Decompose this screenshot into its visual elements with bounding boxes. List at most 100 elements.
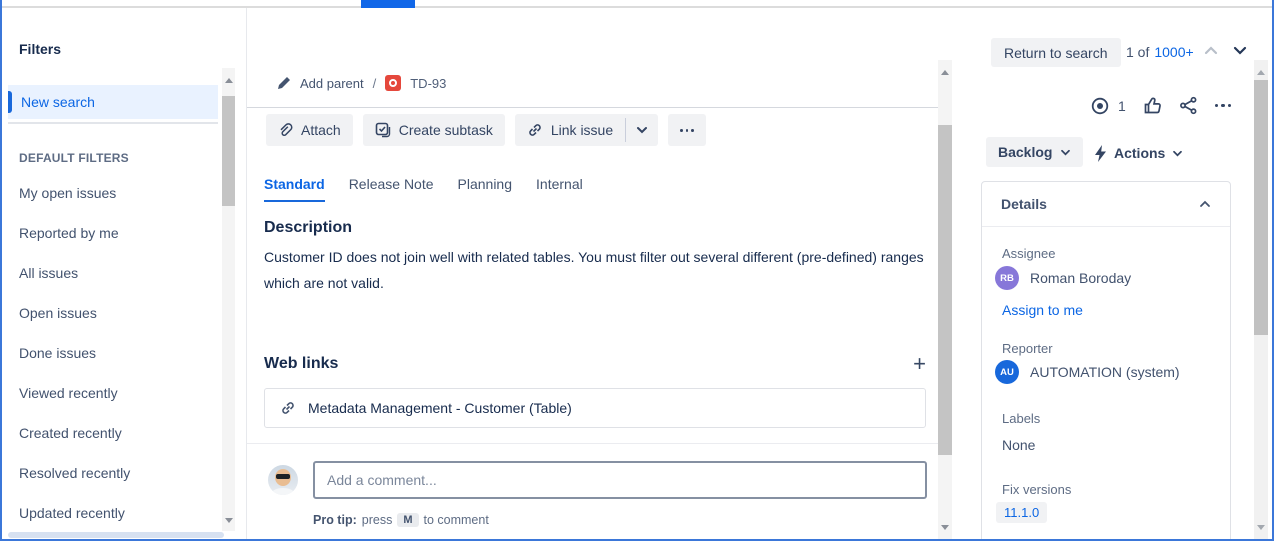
chevron-up-icon xyxy=(1199,200,1211,208)
assignee-label: Assignee xyxy=(1002,246,1055,261)
pencil-icon xyxy=(277,76,291,90)
add-parent-link[interactable]: Add parent xyxy=(300,76,364,91)
sidebar-item-open-issues[interactable]: Open issues xyxy=(2,293,222,333)
main-scrollbar[interactable] xyxy=(938,60,952,539)
create-subtask-label: Create subtask xyxy=(399,122,493,138)
breadcrumb-separator: / xyxy=(373,76,377,91)
sidebar-item-my-open-issues[interactable]: My open issues xyxy=(2,173,222,213)
scroll-up-arrow-icon[interactable] xyxy=(225,78,233,83)
issue-quick-actions: 1 xyxy=(1088,96,1231,115)
pro-tip: Pro tip: press M to comment xyxy=(313,513,489,527)
sidebar-item-all-issues[interactable]: All issues xyxy=(2,253,222,293)
sidebar-item-viewed-recently[interactable]: Viewed recently xyxy=(2,373,222,413)
fix-versions-label: Fix versions xyxy=(1002,482,1071,497)
sidebar-scrollbar[interactable] xyxy=(222,68,235,531)
active-tab-indicator xyxy=(361,0,415,8)
scroll-down-arrow-icon[interactable] xyxy=(225,518,233,523)
watch-count: 1 xyxy=(1118,98,1126,114)
web-links-heading: Web links xyxy=(264,355,338,373)
chevron-down-icon xyxy=(1060,149,1071,156)
scroll-up-arrow-icon[interactable] xyxy=(941,70,949,75)
issue-main-panel: Add parent / TD-93 Attach Create subtask xyxy=(247,8,938,539)
tab-planning[interactable]: Planning xyxy=(458,176,513,202)
tab-release-note[interactable]: Release Note xyxy=(349,176,434,202)
labels-label: Labels xyxy=(1002,411,1040,426)
more-options-button[interactable] xyxy=(1215,104,1232,108)
sidebar-horizontal-scrollbar[interactable] xyxy=(8,532,224,538)
top-divider xyxy=(2,6,1272,8)
sidebar-item-created-recently[interactable]: Created recently xyxy=(2,413,222,453)
main-scrollbar-thumb[interactable] xyxy=(938,125,952,455)
assignee-avatar: RB xyxy=(995,266,1019,290)
create-subtask-button[interactable]: Create subtask xyxy=(363,114,505,146)
assign-to-me-link[interactable]: Assign to me xyxy=(1002,302,1083,318)
add-web-link-button[interactable]: + xyxy=(913,355,926,373)
pager-position: 1 of xyxy=(1126,44,1149,60)
details-panel-header[interactable]: Details xyxy=(982,182,1230,227)
next-issue-button[interactable] xyxy=(1233,46,1247,55)
chevron-down-icon xyxy=(1172,150,1183,157)
bug-type-icon xyxy=(385,75,401,91)
paperclip-icon xyxy=(278,122,293,138)
return-to-search-button[interactable]: Return to search xyxy=(991,38,1121,67)
watch-button[interactable] xyxy=(1088,97,1112,115)
details-heading: Details xyxy=(1001,196,1047,212)
actions-button[interactable]: Actions xyxy=(1094,140,1183,166)
sidebar-item-updated-recently[interactable]: Updated recently xyxy=(2,493,222,533)
link-issue-dropdown-button[interactable] xyxy=(626,114,658,146)
pager-total-link[interactable]: 1000+ xyxy=(1154,44,1193,60)
previous-issue-button[interactable] xyxy=(1204,46,1218,55)
scroll-up-arrow-icon[interactable] xyxy=(1257,70,1265,75)
filters-sidebar: Filters New search DEFAULT FILTERS My op… xyxy=(2,8,246,539)
sidebar-item-label: New search xyxy=(21,94,95,110)
subtask-icon xyxy=(375,122,391,138)
issue-toolbar: Attach Create subtask Link issue xyxy=(266,114,706,146)
window-border-left xyxy=(0,0,2,541)
issue-pager: 1 of 1000+ xyxy=(1126,44,1194,60)
assignee-name: Roman Boroday xyxy=(1030,270,1131,286)
reporter-label: Reporter xyxy=(1002,341,1053,356)
issue-key-link[interactable]: TD-93 xyxy=(410,76,446,91)
field-tabs: Standard Release Note Planning Internal xyxy=(264,176,583,202)
scroll-down-arrow-icon[interactable] xyxy=(941,525,949,530)
sidebar-item-done-issues[interactable]: Done issues xyxy=(2,333,222,373)
sidebar-scrollbar-thumb[interactable] xyxy=(222,96,235,206)
default-filters-heading: DEFAULT FILTERS xyxy=(19,151,129,165)
add-comment-input[interactable] xyxy=(313,461,927,499)
window-scrollbar[interactable] xyxy=(1254,60,1268,539)
description-text[interactable]: Customer ID does not join well with rela… xyxy=(264,244,932,296)
more-actions-button[interactable] xyxy=(668,114,706,146)
share-button[interactable] xyxy=(1179,96,1198,115)
attach-label: Attach xyxy=(301,122,341,138)
link-icon xyxy=(527,122,543,138)
fix-version-badge[interactable]: 11.1.0 xyxy=(996,502,1047,523)
jira-issue-window: Filters New search DEFAULT FILTERS My op… xyxy=(0,0,1274,541)
vote-thumbs-up-button[interactable] xyxy=(1143,96,1162,115)
link-issue-label: Link issue xyxy=(551,122,613,138)
assignee-value[interactable]: RB Roman Boroday xyxy=(995,266,1131,290)
sidebar-item-new-search[interactable]: New search xyxy=(8,85,218,119)
web-links-header: Web links + xyxy=(264,355,926,373)
window-scrollbar-thumb[interactable] xyxy=(1254,80,1268,335)
current-user-avatar xyxy=(268,465,298,495)
reporter-name: AUTOMATION (system) xyxy=(1030,364,1180,380)
tab-internal[interactable]: Internal xyxy=(536,176,583,202)
sidebar-title: Filters xyxy=(19,41,61,57)
comment-divider xyxy=(247,443,938,444)
sidebar-item-resolved-recently[interactable]: Resolved recently xyxy=(2,453,222,493)
attach-button[interactable]: Attach xyxy=(266,114,353,146)
labels-value[interactable]: None xyxy=(1002,437,1035,453)
pro-tip-text: press xyxy=(362,513,393,527)
web-link-item[interactable]: Metadata Management - Customer (Table) xyxy=(264,388,926,428)
description-heading: Description xyxy=(264,219,352,237)
reporter-value[interactable]: AU AUTOMATION (system) xyxy=(995,360,1180,384)
link-issue-split-button: Link issue xyxy=(515,114,658,146)
lightning-icon xyxy=(1094,145,1107,162)
status-label: Backlog xyxy=(998,144,1052,160)
sidebar-item-reported-by-me[interactable]: Reported by me xyxy=(2,213,222,253)
status-dropdown-button[interactable]: Backlog xyxy=(986,137,1083,167)
tab-standard[interactable]: Standard xyxy=(264,176,325,202)
scroll-down-arrow-icon[interactable] xyxy=(1257,525,1265,530)
sidebar-divider xyxy=(8,122,218,124)
link-issue-button[interactable]: Link issue xyxy=(515,114,625,146)
